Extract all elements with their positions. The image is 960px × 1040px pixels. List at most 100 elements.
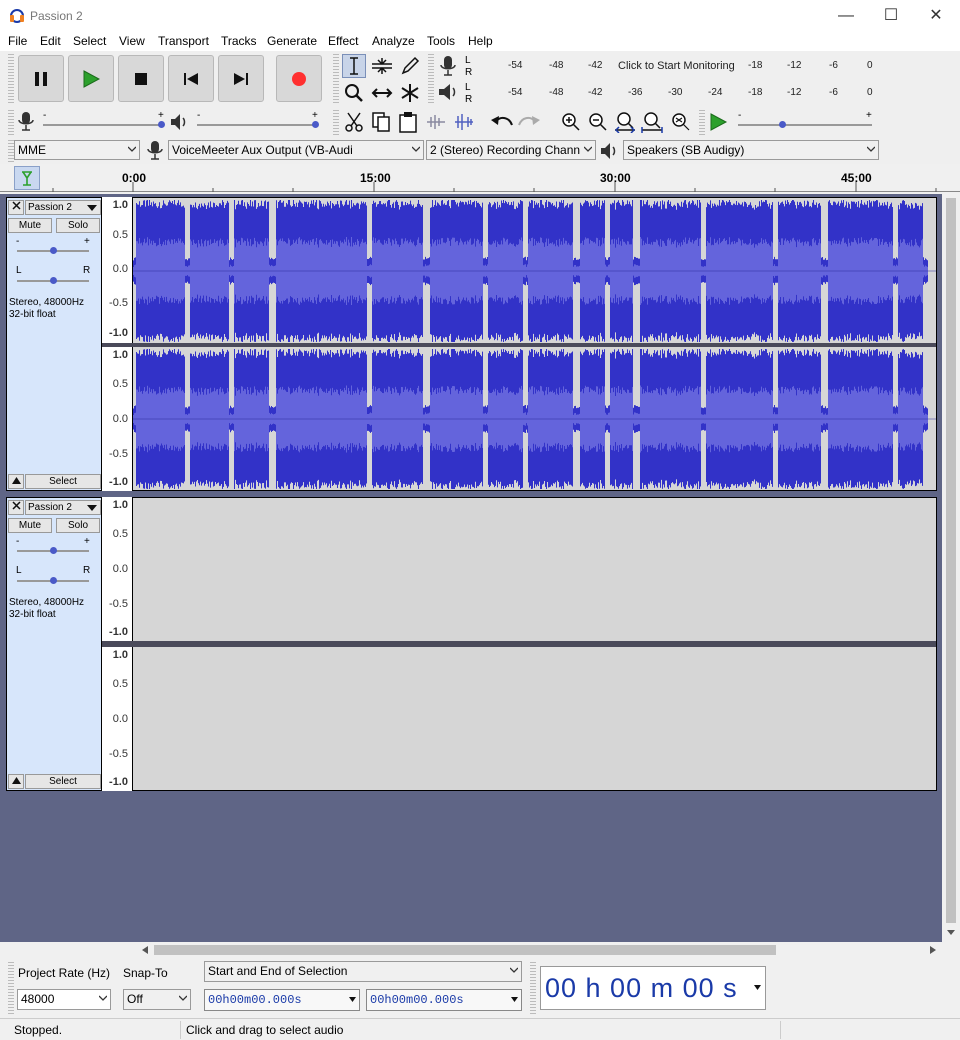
close-button[interactable]: ✕ — [913, 0, 959, 31]
stop-button[interactable] — [118, 55, 164, 102]
multi-tool-button[interactable] — [398, 81, 422, 105]
menu-select[interactable]: Select — [73, 34, 106, 48]
playback-device-select[interactable]: Speakers (SB Audigy) — [623, 140, 879, 160]
track-control-panel[interactable]: Passion 2 Mute Solo - + L R Stereo, 4800… — [6, 497, 102, 791]
scroll-left-icon[interactable] — [142, 946, 148, 954]
play-button[interactable] — [68, 55, 114, 102]
dropdown-triangle-icon[interactable] — [754, 985, 761, 990]
time-shift-tool-button[interactable] — [370, 81, 394, 105]
vertical-ruler[interactable]: 1.0 0.5 0.0 -0.5 -1.0 — [102, 197, 133, 343]
playback-volume-slider[interactable] — [197, 124, 317, 126]
waveform-left-channel[interactable] — [133, 197, 937, 343]
recording-volume-thumb[interactable] — [158, 121, 165, 128]
track-close-button[interactable] — [8, 200, 24, 215]
track-control-panel[interactable]: Passion 2 Mute Solo - + L R Stereo, 4800… — [6, 197, 102, 491]
play-at-speed-button[interactable] — [706, 110, 730, 134]
menu-file[interactable]: File — [8, 34, 27, 48]
scroll-right-icon[interactable] — [930, 946, 936, 954]
playback-speed-slider[interactable] — [738, 124, 872, 126]
solo-button[interactable]: Solo — [56, 218, 100, 233]
skip-to-start-button[interactable] — [168, 55, 214, 102]
fit-selection-button[interactable] — [613, 110, 637, 134]
collapse-track-button[interactable] — [8, 474, 24, 489]
mute-button[interactable]: Mute — [8, 518, 52, 533]
menu-effect[interactable]: Effect — [328, 34, 358, 48]
skip-to-end-button[interactable] — [218, 55, 264, 102]
pan-thumb[interactable] — [50, 577, 57, 584]
menu-analyze[interactable]: Analyze — [372, 34, 415, 48]
menu-transport[interactable]: Transport — [158, 34, 209, 48]
trim-audio-button[interactable] — [424, 110, 448, 134]
playback-speed-thumb[interactable] — [779, 121, 786, 128]
zoom-toggle-button[interactable] — [668, 110, 692, 134]
menu-tools[interactable]: Tools — [427, 34, 455, 48]
gain-thumb[interactable] — [50, 547, 57, 554]
vertical-scrollbar[interactable] — [942, 194, 960, 942]
snap-to-select[interactable]: Off — [123, 989, 191, 1010]
envelope-tool-button[interactable] — [370, 54, 394, 78]
playback-meter[interactable]: -54 -48 -42 -36 -30 -24 -18 -12 -6 0 — [474, 81, 878, 105]
minimize-button[interactable]: — — [823, 0, 869, 31]
audio-position-display[interactable]: 00 h 00 m 00 s — [540, 966, 766, 1010]
vertical-ruler[interactable]: 1.0 0.5 0.0 -0.5 -1.0 — [102, 347, 133, 491]
zoom-tool-button[interactable] — [342, 81, 366, 105]
selection-grip[interactable] — [8, 962, 14, 1014]
timeline-ruler[interactable]: 0:00 15:00 30:00 45:00 — [0, 164, 960, 192]
recording-volume-slider[interactable] — [43, 124, 163, 126]
microphone-icon[interactable] — [438, 55, 458, 77]
toolbar-grip[interactable] — [8, 54, 14, 104]
gain-thumb[interactable] — [50, 247, 57, 254]
record-button[interactable] — [276, 55, 322, 102]
vertical-ruler[interactable]: 1.0 0.5 0.0 -0.5 -1.0 — [102, 647, 133, 791]
redo-button[interactable] — [517, 110, 541, 134]
undo-button[interactable] — [490, 110, 514, 134]
edit-grip[interactable] — [333, 110, 339, 136]
vertical-ruler[interactable]: 1.0 0.5 0.0 -0.5 -1.0 — [102, 497, 133, 643]
solo-button[interactable]: Solo — [56, 518, 100, 533]
tools-grip[interactable] — [333, 54, 339, 104]
menu-view[interactable]: View — [119, 34, 145, 48]
audio-host-select[interactable]: MME — [14, 140, 140, 160]
pan-thumb[interactable] — [50, 277, 57, 284]
zoom-in-button[interactable] — [559, 110, 583, 134]
copy-button[interactable] — [369, 110, 393, 134]
draw-tool-button[interactable] — [398, 54, 422, 78]
select-track-button[interactable]: Select — [25, 774, 101, 789]
recording-channels-select[interactable]: 2 (Stereo) Recording Chann — [426, 140, 596, 160]
empty-track-left-channel[interactable] — [133, 497, 937, 643]
mixer-grip[interactable] — [8, 110, 14, 136]
project-rate-select[interactable]: 48000 — [17, 989, 111, 1010]
zoom-out-button[interactable] — [586, 110, 610, 134]
fit-project-button[interactable] — [640, 110, 664, 134]
vertical-scroll-thumb[interactable] — [946, 198, 956, 923]
paste-button[interactable] — [396, 110, 420, 134]
menu-generate[interactable]: Generate — [267, 34, 317, 48]
dropdown-triangle-icon[interactable] — [349, 997, 356, 1002]
play-at-speed-grip[interactable] — [699, 110, 705, 136]
menu-help[interactable]: Help — [468, 34, 493, 48]
track-name-menu[interactable]: Passion 2 — [25, 500, 101, 515]
selection-tool-button[interactable] — [342, 54, 366, 78]
recording-meter[interactable]: -54 -48 -42 Click to Start Monitoring -1… — [474, 54, 878, 78]
select-track-button[interactable]: Select — [25, 474, 101, 489]
start-monitoring-text[interactable]: Click to Start Monitoring — [618, 60, 735, 72]
cut-button[interactable] — [342, 110, 366, 134]
mute-button[interactable]: Mute — [8, 218, 52, 233]
time-toolbar-grip[interactable] — [530, 962, 536, 1014]
menu-edit[interactable]: Edit — [40, 34, 61, 48]
selection-start-time[interactable]: 00h00m00.000s — [204, 989, 360, 1011]
meter-grip[interactable] — [428, 54, 434, 104]
maximize-button[interactable]: ☐ — [868, 0, 914, 31]
empty-track-right-channel[interactable] — [133, 647, 937, 791]
horizontal-scroll-thumb[interactable] — [154, 945, 776, 955]
selection-mode-select[interactable]: Start and End of Selection — [204, 961, 522, 982]
horizontal-scrollbar[interactable] — [0, 942, 960, 958]
playback-volume-thumb[interactable] — [312, 121, 319, 128]
waveform-right-channel[interactable] — [133, 347, 937, 491]
menu-tracks[interactable]: Tracks — [221, 34, 257, 48]
recording-device-select[interactable]: VoiceMeeter Aux Output (VB-Audi — [168, 140, 424, 160]
selection-end-time[interactable]: 00h00m00.000s — [366, 989, 522, 1011]
track-close-button[interactable] — [8, 500, 24, 515]
scroll-down-icon[interactable] — [947, 930, 955, 936]
collapse-track-button[interactable] — [8, 774, 24, 789]
